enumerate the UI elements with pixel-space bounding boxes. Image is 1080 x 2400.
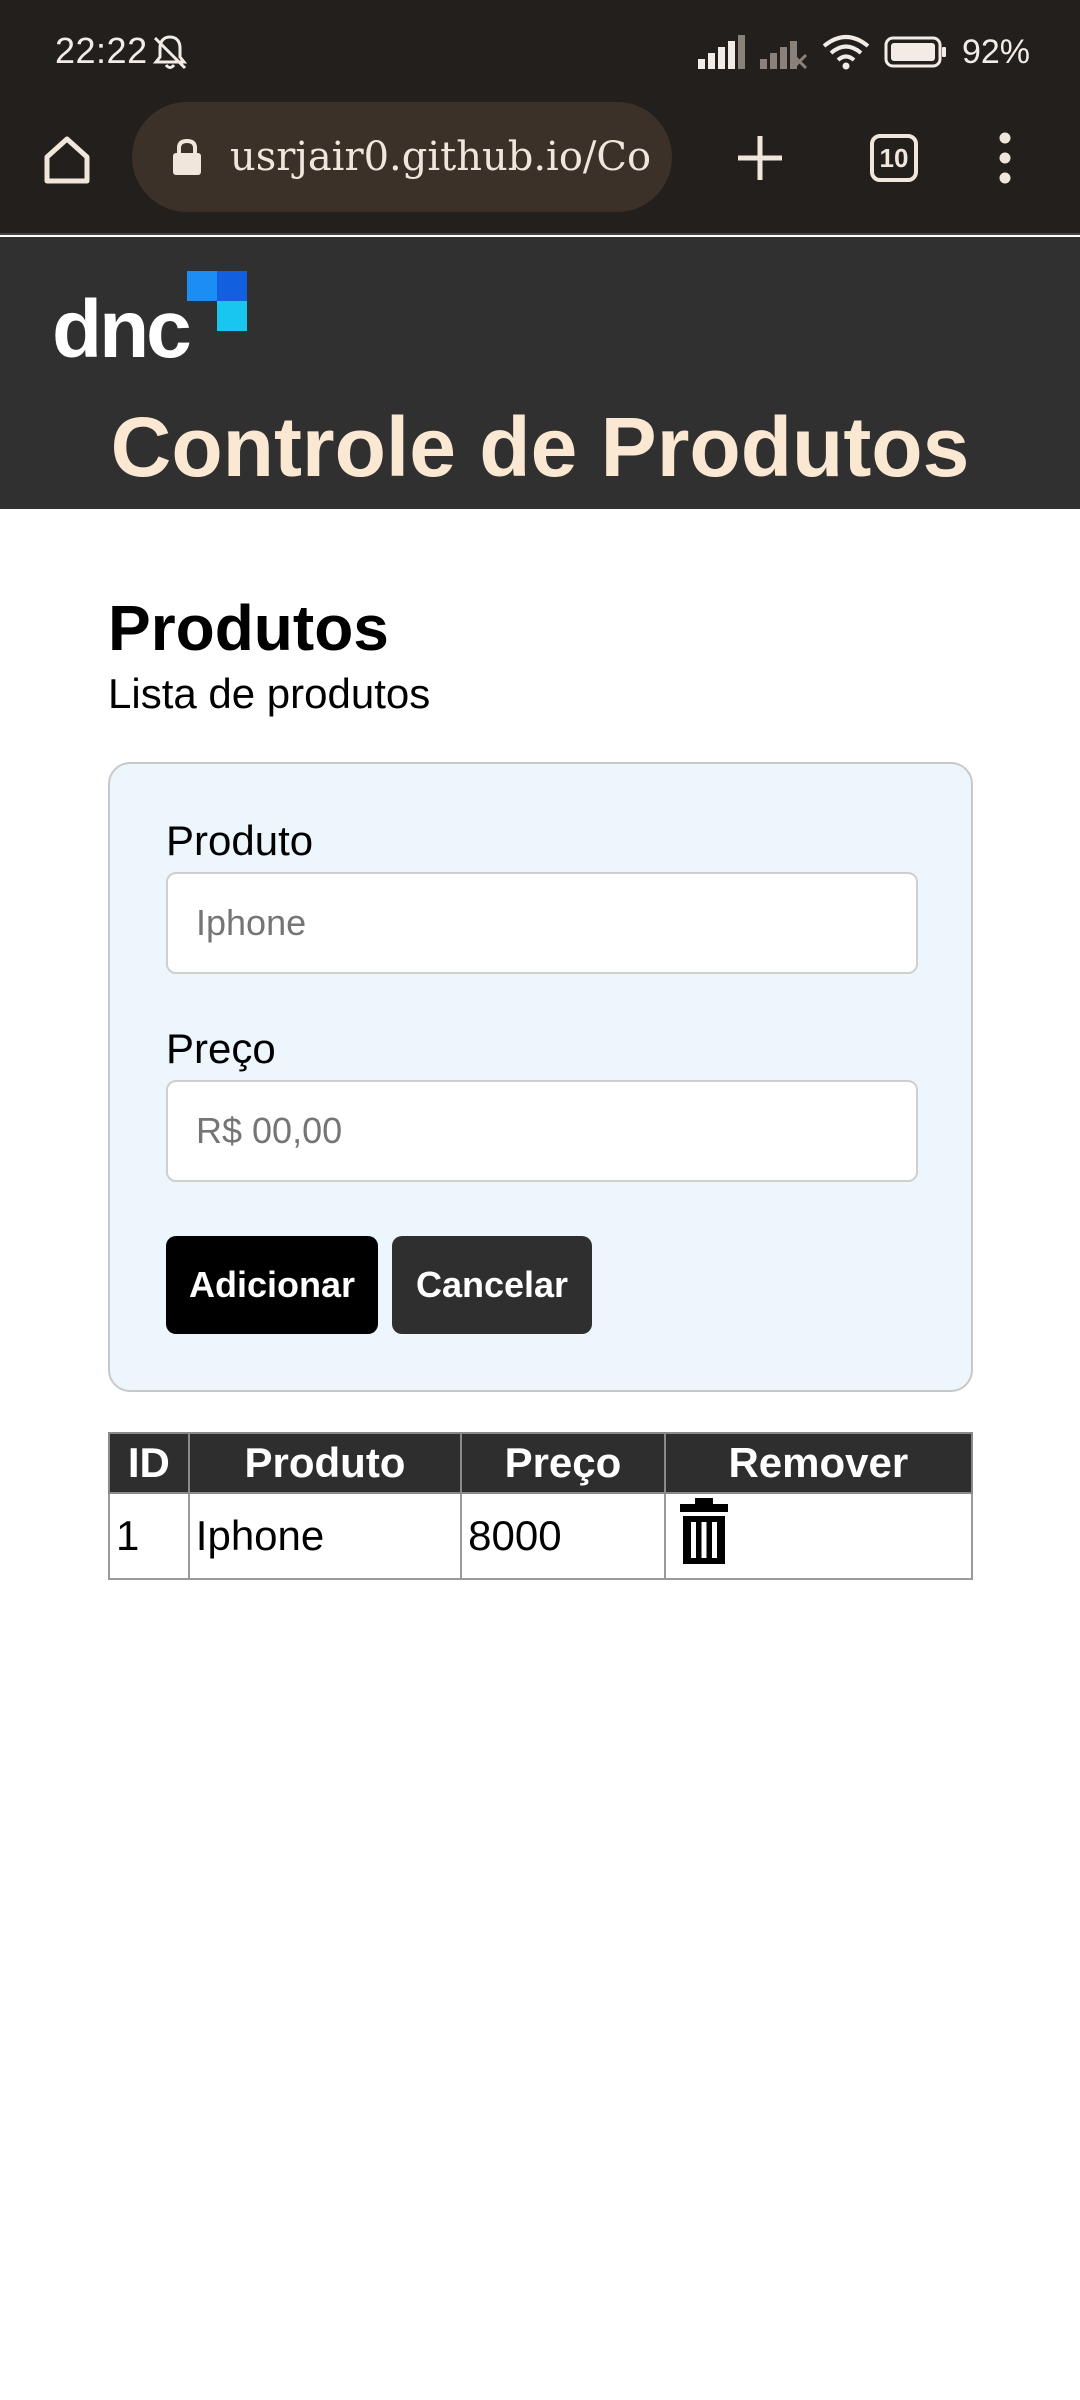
- column-header-preco: Preço: [460, 1432, 666, 1494]
- logo-square: [187, 271, 217, 301]
- add-button[interactable]: Adicionar: [166, 1236, 378, 1334]
- status-bar: 22:22 92%: [0, 0, 1080, 100]
- main-content: Produtos Lista de produtos Produto Preço…: [108, 590, 974, 1580]
- table-header-row: ID Produto Preço Remover: [108, 1432, 974, 1494]
- url-text: usrjair0.github.io/Co: [230, 134, 652, 180]
- page-title: Produtos: [108, 592, 389, 664]
- product-form: Produto Preço Adicionar Cancelar: [108, 762, 973, 1392]
- more-menu-button[interactable]: [965, 118, 1045, 198]
- product-table: ID Produto Preço Remover 1 Iphone 8000: [108, 1432, 974, 1580]
- plus-icon: [738, 136, 782, 180]
- cancel-button[interactable]: Cancelar: [392, 1236, 592, 1334]
- tabs-button[interactable]: 10: [854, 118, 934, 198]
- price-input[interactable]: [166, 1080, 918, 1182]
- table-row: 1 Iphone 8000: [108, 1492, 974, 1580]
- page-subtitle: Lista de produtos: [108, 670, 431, 717]
- column-header-id: ID: [108, 1432, 190, 1494]
- logo-square: [217, 301, 247, 331]
- dnc-logo[interactable]: dnc: [52, 271, 252, 371]
- column-header-remover: Remover: [663, 1432, 974, 1494]
- status-icons: 92%: [697, 30, 1030, 74]
- cell-preco: 8000: [460, 1492, 666, 1580]
- tabs-icon: 10: [870, 134, 918, 182]
- cell-remover: [663, 1492, 974, 1580]
- logo-square: [217, 271, 247, 301]
- product-input[interactable]: [166, 872, 918, 974]
- cell-produto: Iphone: [187, 1492, 463, 1580]
- new-tab-button[interactable]: [720, 118, 800, 198]
- site-header: dnc Controle de Produtos: [0, 237, 1080, 509]
- status-time: 22:22: [55, 30, 148, 71]
- price-label: Preço: [166, 1025, 276, 1072]
- home-icon: [44, 136, 90, 184]
- signal-no-service-icon: [759, 41, 807, 69]
- trash-icon[interactable]: [678, 1496, 730, 1566]
- battery-percent: 92%: [961, 32, 1030, 71]
- site-title: Controle de Produtos: [110, 400, 970, 494]
- column-header-produto: Produto: [187, 1432, 463, 1494]
- logo-text: dnc: [52, 284, 192, 375]
- lock-icon: [173, 138, 201, 175]
- signal-icon: [697, 35, 745, 69]
- bell-off-icon: [152, 35, 188, 70]
- wifi-icon: [822, 35, 870, 70]
- battery-icon: [884, 36, 946, 68]
- more-vert-icon: [999, 132, 1011, 184]
- cell-id: 1: [108, 1492, 190, 1580]
- address-bar[interactable]: usrjair0.github.io/Co: [132, 102, 672, 212]
- home-button[interactable]: [30, 122, 104, 196]
- browser-toolbar: usrjair0.github.io/Co 10: [0, 100, 1080, 235]
- product-label: Produto: [166, 817, 314, 864]
